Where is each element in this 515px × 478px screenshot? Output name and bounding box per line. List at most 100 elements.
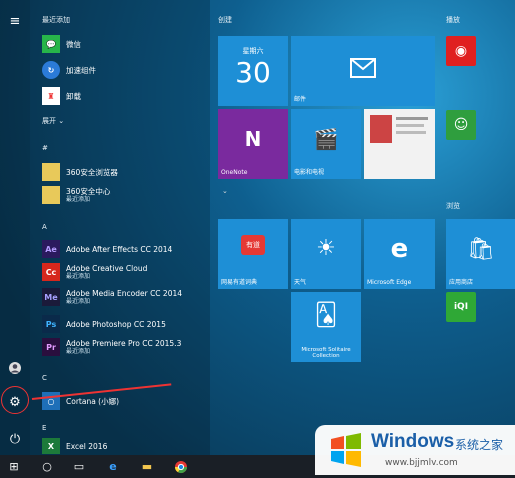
chevron-down-icon[interactable]: ⌄: [222, 187, 228, 195]
app-label: Adobe After Effects CC 2014: [66, 244, 173, 254]
netease-dict-tile[interactable]: 有道 网易有道词典: [218, 219, 288, 289]
app-item-after-effects[interactable]: Ae Adobe After Effects CC 2014: [42, 238, 172, 260]
app-sublabel: 最近添加: [66, 195, 91, 203]
netease-dict-label: 网易有道词典: [221, 279, 258, 286]
weather-label: 天气: [294, 279, 307, 286]
search-icon[interactable]: ○: [38, 458, 56, 475]
store-label: 应用商店: [449, 279, 474, 286]
edge-tile[interactable]: e Microsoft Edge: [364, 219, 435, 289]
movies-tile[interactable]: 🎬 电影和电视: [291, 109, 361, 179]
iqiyi-icon: iQI: [453, 302, 469, 312]
mail-icon: [291, 48, 435, 88]
media-encoder-icon: Me: [42, 288, 60, 306]
mail-label: 邮件: [294, 96, 307, 103]
app-item-360-browser[interactable]: 360安全浏览器: [42, 161, 118, 183]
app-label: Adobe Premiere Pro CC 2015.3: [66, 338, 182, 348]
clapperboard-icon: 🎬: [313, 127, 339, 151]
watermark: Windows 系统之家 www.bjjmlv.com: [315, 425, 515, 475]
app-item-excel[interactable]: X Excel 2016: [42, 438, 107, 454]
music-icon: ◉: [454, 43, 468, 59]
app-sublabel: 最近添加: [66, 272, 91, 280]
browser-thumbnail-tile[interactable]: [364, 109, 435, 179]
start-button[interactable]: ⊞: [5, 458, 23, 475]
creative-cloud-icon: Cc: [42, 263, 60, 281]
app-label: Adobe Media Encoder CC 2014: [66, 288, 183, 298]
section-letter-hash[interactable]: #: [42, 144, 48, 152]
app-label: 360安全中心: [66, 186, 111, 196]
folder-icon: [42, 186, 60, 204]
game-icon: ☺: [453, 117, 469, 133]
app-item-360-center[interactable]: 360安全中心 最近添加: [42, 184, 110, 206]
file-explorer-icon[interactable]: ▬: [138, 458, 156, 475]
solitaire-tile[interactable]: 🂡 Microsoft Solitaire Collection: [291, 292, 361, 362]
app-item-wechat[interactable]: 💬 微信: [42, 33, 81, 55]
watermark-url: www.bjjmlv.com: [385, 458, 458, 468]
recent-heading: 最近添加: [42, 16, 70, 24]
app-sublabel: 最近添加: [66, 297, 91, 305]
power-icon[interactable]: ⏻: [7, 431, 23, 447]
group-browse-heading[interactable]: 浏览: [446, 201, 460, 211]
movies-label: 电影和电视: [294, 169, 325, 176]
app-label: 加速组件: [66, 65, 96, 75]
app-item-creative-cloud[interactable]: Cc Adobe Creative Cloud 最近添加: [42, 261, 147, 283]
app-label: 卸载: [66, 91, 81, 101]
watermark-cn: 系统之家: [455, 438, 504, 452]
wechat-icon: 💬: [42, 35, 60, 53]
expand-label: 展开: [42, 117, 56, 125]
app-label: Adobe Photoshop CC 2015: [66, 319, 166, 329]
excel-icon: X: [42, 438, 60, 454]
solitaire-label: Microsoft Solitaire Collection: [301, 347, 351, 359]
folder-icon: [42, 163, 60, 181]
hamburger-icon[interactable]: ≡: [7, 13, 23, 29]
iqiyi-tile[interactable]: iQI: [446, 292, 476, 322]
edge-label: Microsoft Edge: [367, 279, 412, 286]
onenote-label: OneNote: [221, 169, 248, 176]
app-label: 360安全浏览器: [66, 167, 118, 177]
thumbnail-text-line: [396, 117, 428, 120]
game-tile[interactable]: ☺: [446, 110, 476, 140]
app-item-accelerator[interactable]: ↻ 加速组件: [42, 59, 96, 81]
app-label: 微信: [66, 39, 81, 49]
calendar-day: 星期六: [242, 47, 264, 55]
weather-tile[interactable]: ☀ 天气: [291, 219, 361, 289]
onenote-tile[interactable]: N OneNote: [218, 109, 288, 179]
thumbnail-text-line: [396, 131, 426, 134]
app-item-premiere[interactable]: Pr Adobe Premiere Pro CC 2015.3 最近添加: [42, 336, 181, 358]
app-item-media-encoder[interactable]: Me Adobe Media Encoder CC 2014 最近添加: [42, 286, 182, 308]
uninstall-icon: ♜: [42, 87, 60, 105]
group-create-heading[interactable]: 创建: [218, 15, 232, 25]
user-icon[interactable]: [7, 360, 23, 376]
group-play-heading[interactable]: 播放: [446, 15, 460, 25]
accelerator-icon: ↻: [42, 61, 60, 79]
expand-link[interactable]: 展开 ⌄: [42, 116, 64, 126]
edge-icon: e: [390, 234, 409, 264]
app-label: Adobe Creative Cloud: [66, 263, 148, 273]
app-item-photoshop[interactable]: Ps Adobe Photoshop CC 2015: [42, 313, 166, 335]
section-letter-e[interactable]: E: [42, 424, 46, 432]
thumbnail-text-line: [396, 124, 424, 127]
app-label: Excel 2016: [66, 441, 108, 451]
section-letter-c[interactable]: C: [42, 374, 47, 382]
edge-taskbar-icon[interactable]: e: [104, 458, 122, 475]
app-sublabel: 最近添加: [66, 347, 91, 355]
watermark-brand: Windows: [371, 431, 455, 452]
premiere-icon: Pr: [42, 338, 60, 356]
onenote-icon: N: [244, 127, 262, 151]
mail-tile[interactable]: 邮件: [291, 36, 435, 106]
calendar-tile[interactable]: 星期六 30: [218, 36, 288, 106]
app-item-uninstall[interactable]: ♜ 卸载: [42, 85, 81, 107]
app-label: Cortana (小娜): [66, 396, 120, 406]
chrome-icon[interactable]: [172, 458, 190, 475]
after-effects-icon: Ae: [42, 240, 60, 258]
thumbnail-image: [370, 115, 392, 143]
photoshop-icon: Ps: [42, 315, 60, 333]
shopping-bag-icon: 🛍: [467, 236, 495, 262]
sun-icon: ☀: [316, 235, 336, 261]
settings-highlight-circle: [1, 386, 29, 414]
task-view-icon[interactable]: ▭: [70, 458, 88, 475]
store-tile[interactable]: 🛍 应用商店: [446, 219, 515, 289]
netease-music-tile[interactable]: ◉: [446, 36, 476, 66]
section-letter-a[interactable]: A: [42, 223, 47, 231]
app-list: 最近添加 💬 微信 ↻ 加速组件 ♜ 卸载 展开 ⌄ # 360安全浏览器 ⌄ …: [30, 0, 228, 455]
calendar-date: 30: [235, 56, 271, 89]
